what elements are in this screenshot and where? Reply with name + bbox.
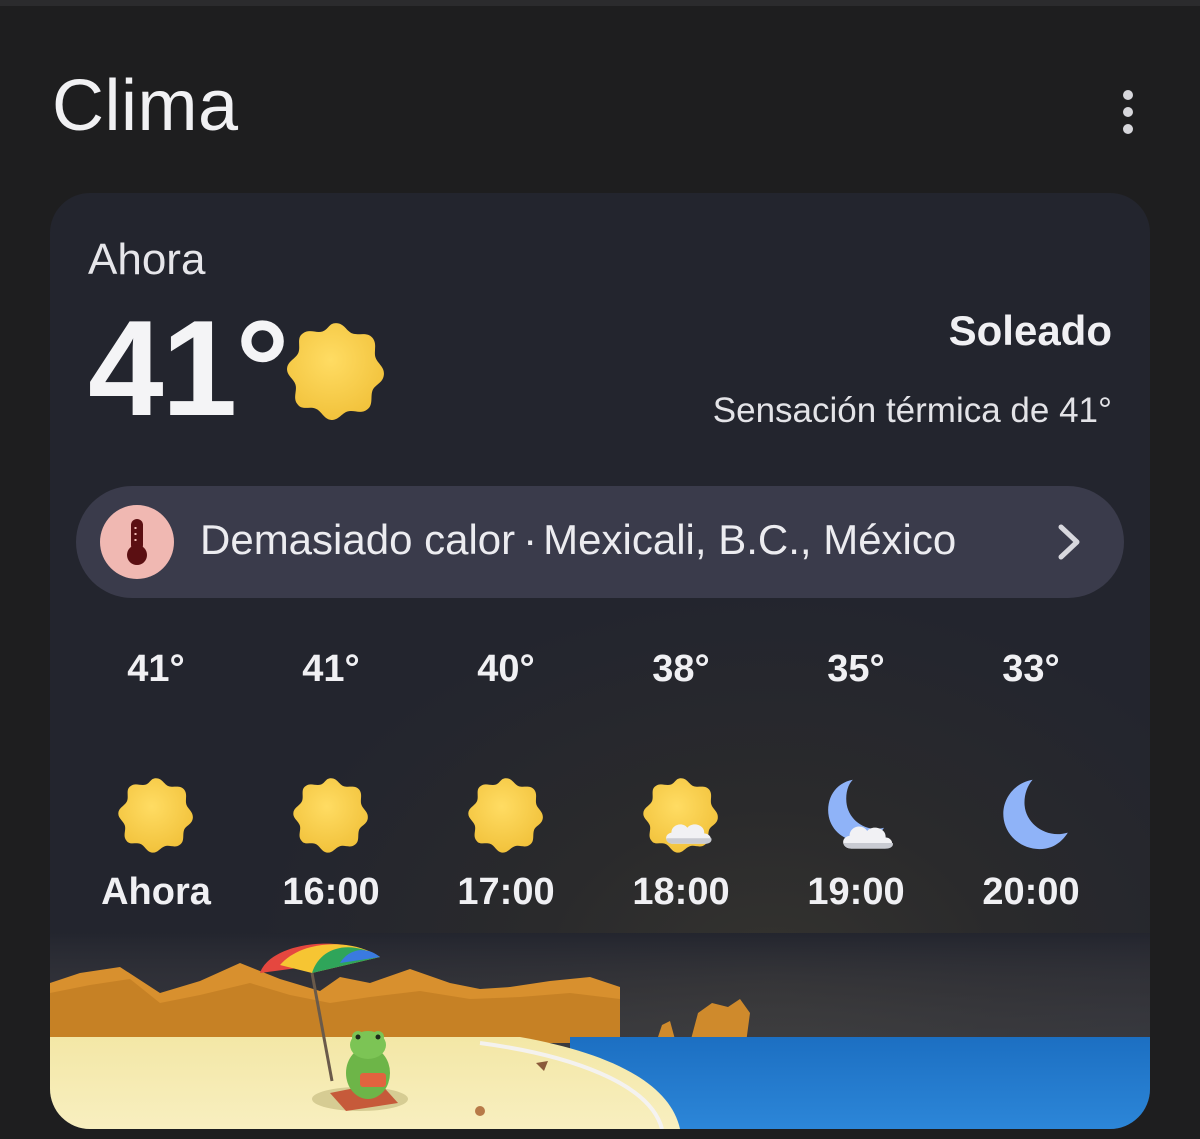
hourly-item[interactable]: 33° 20:00 bbox=[956, 633, 1106, 917]
more-dot-icon bbox=[1123, 107, 1133, 117]
hourly-time: 19:00 bbox=[807, 871, 905, 913]
hourly-item[interactable]: 35° 19:00 bbox=[781, 633, 931, 917]
beach-illustration bbox=[50, 933, 1150, 1129]
more-options-button[interactable] bbox=[1108, 86, 1148, 138]
alert-title: Demasiado calor bbox=[200, 516, 516, 563]
thermometer-icon bbox=[127, 519, 147, 565]
partly-cloudy-night-icon bbox=[816, 775, 896, 855]
more-dot-icon bbox=[1123, 90, 1133, 100]
alert-text: Demasiado calor · Mexicali, B.C., México bbox=[200, 516, 956, 564]
hourly-item[interactable]: 38° 18:00 bbox=[606, 633, 756, 917]
current-temperature: 41° bbox=[88, 292, 290, 444]
feels-like-text: Sensación térmica de 41° bbox=[712, 391, 1112, 430]
hourly-temp: 41° bbox=[302, 648, 360, 690]
hourly-forecast: 41° Ahora 41° 16:00 40° 17:00 38° 18:00 … bbox=[50, 633, 1150, 933]
hourly-item[interactable]: 41° 16:00 bbox=[256, 633, 406, 917]
hourly-item[interactable]: 41° Ahora bbox=[81, 633, 231, 917]
current-condition: Soleado bbox=[948, 307, 1112, 354]
hourly-time: 16:00 bbox=[282, 871, 380, 913]
hourly-time: 18:00 bbox=[632, 871, 730, 913]
alert-separator: · bbox=[523, 516, 538, 563]
moon-icon bbox=[991, 775, 1071, 855]
status-bar-edge bbox=[0, 0, 1200, 6]
hourly-time: 17:00 bbox=[457, 871, 555, 913]
hourly-temp: 38° bbox=[652, 648, 710, 690]
weather-card[interactable]: Ahora 41° Soleado Sensación térmica de 4… bbox=[50, 193, 1150, 1129]
sun-icon bbox=[466, 775, 546, 855]
chevron-right-icon bbox=[1058, 524, 1080, 560]
sun-icon bbox=[116, 775, 196, 855]
more-dot-icon bbox=[1123, 124, 1133, 134]
current-label: Ahora bbox=[88, 235, 206, 284]
hourly-time: 20:00 bbox=[982, 871, 1080, 913]
hourly-temp: 41° bbox=[127, 648, 185, 690]
alert-location: Mexicali, B.C., México bbox=[543, 516, 957, 563]
hourly-item[interactable]: 40° 17:00 bbox=[431, 633, 581, 917]
hourly-temp: 33° bbox=[1002, 648, 1060, 690]
hourly-time: Ahora bbox=[101, 871, 211, 913]
hourly-temp: 35° bbox=[827, 648, 885, 690]
partly-cloudy-icon bbox=[641, 775, 721, 855]
hourly-temp: 40° bbox=[477, 648, 535, 690]
page-title: Clima bbox=[52, 66, 239, 146]
heat-alert-button[interactable]: Demasiado calor · Mexicali, B.C., México bbox=[76, 486, 1124, 598]
sun-icon bbox=[287, 323, 384, 420]
sun-icon bbox=[291, 775, 371, 855]
alert-icon-badge bbox=[100, 505, 174, 579]
